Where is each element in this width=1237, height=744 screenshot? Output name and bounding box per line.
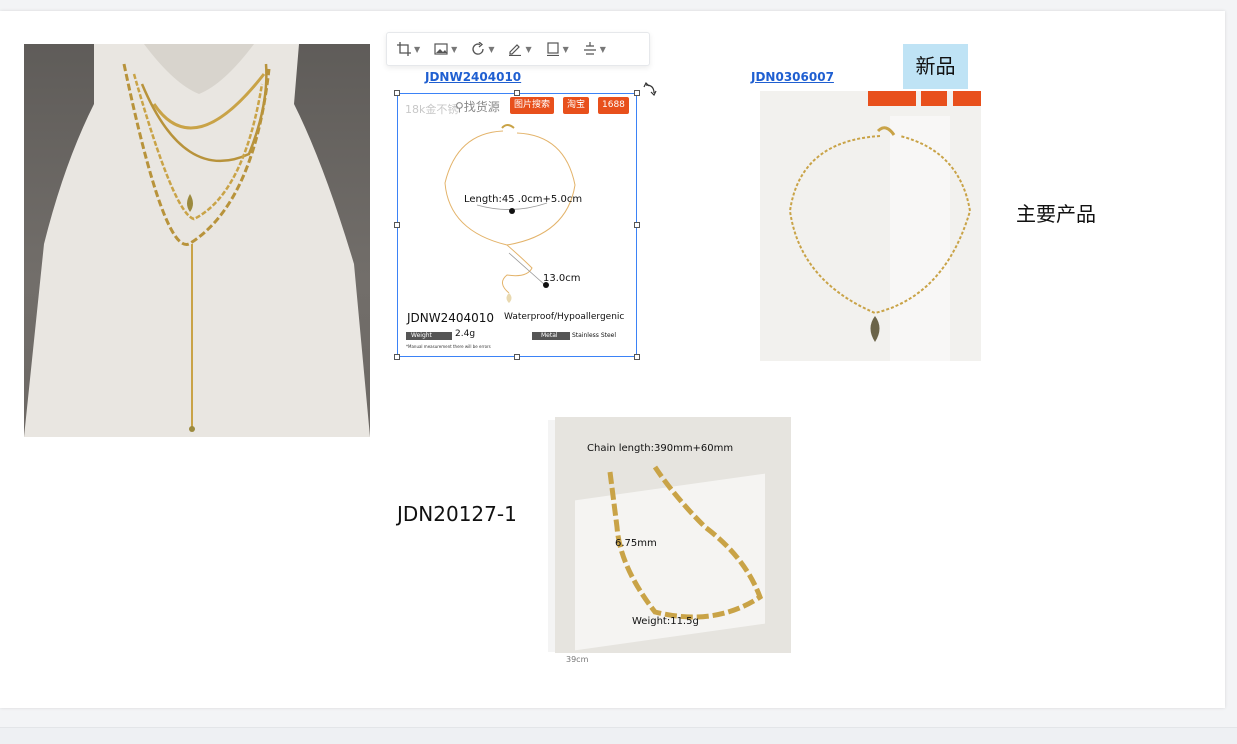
- drop-length-label: 13.0cm: [543, 273, 581, 284]
- align-icon: [583, 42, 596, 55]
- bottom-scroll-area[interactable]: [0, 727, 1237, 744]
- product-image-jdnw2404010[interactable]: 18k金不锈 ⚲找货源 图片搜索 淘宝 1688 Length:45 .0cm+…: [397, 93, 638, 358]
- product-image-jdn20127-1[interactable]: Chain length:390mm+60mm 6.75mm Weight:11…: [555, 417, 791, 653]
- mannequin-necklace-photo[interactable]: [24, 44, 370, 437]
- product-link-jdn0306007[interactable]: JDN0306007: [751, 70, 834, 84]
- model-number: JDNW2404010: [407, 311, 495, 325]
- product-image-jdn0306007[interactable]: [760, 91, 981, 361]
- border-icon: [546, 42, 559, 56]
- product-link-jdnw2404010[interactable]: JDNW2404010: [425, 70, 521, 84]
- border-tool[interactable]: ▼: [546, 42, 569, 56]
- product-code-label: JDN20127-1: [397, 502, 517, 526]
- metal-key: Metal: [541, 332, 558, 339]
- image-icon: [434, 43, 448, 55]
- main-product-label: 主要产品: [1016, 202, 1096, 226]
- weight-key: Weight: [411, 332, 432, 339]
- chevron-down-icon: ▼: [414, 44, 421, 54]
- chain-width-label: 6.75mm: [615, 538, 657, 549]
- rotate-icon: [472, 42, 484, 55]
- chevron-down-icon: ▼: [525, 44, 532, 54]
- crop-icon: [397, 42, 411, 56]
- chevron-down-icon: ▼: [562, 44, 569, 54]
- chevron-down-icon: ▼: [488, 44, 495, 54]
- metal-value: Stainless Steel: [572, 332, 617, 339]
- necklace-photo: [788, 126, 972, 342]
- align-tool[interactable]: ▼: [583, 42, 606, 56]
- crop-tool[interactable]: ▼: [397, 42, 420, 56]
- image-edit-toolbar: ▼ ▼ ▼ ▼ ▼ ▼: [386, 32, 650, 66]
- rotate-tool[interactable]: ▼: [471, 42, 494, 56]
- chevron-down-icon: ▼: [451, 44, 458, 54]
- weight-value: 2.4g: [455, 329, 476, 339]
- feature-label: Waterproof/Hypoallergenic: [504, 312, 625, 322]
- rotate-handle-icon[interactable]: [643, 82, 657, 96]
- chain-weight-label: Weight:11.5g: [632, 616, 699, 627]
- measurement-note: *Manual measurement there will be errors: [406, 344, 491, 349]
- length-label: Length:45 .0cm+5.0cm: [464, 194, 583, 205]
- chain-length-label: Chain length:390mm+60mm: [587, 443, 734, 454]
- cut-off-measure: 39cm: [566, 655, 589, 664]
- new-product-tag: 新品: [903, 44, 968, 89]
- pencil-icon: [509, 44, 522, 56]
- image-tool[interactable]: ▼: [434, 42, 457, 56]
- chevron-down-icon: ▼: [599, 44, 606, 54]
- edit-tool[interactable]: ▼: [508, 42, 532, 56]
